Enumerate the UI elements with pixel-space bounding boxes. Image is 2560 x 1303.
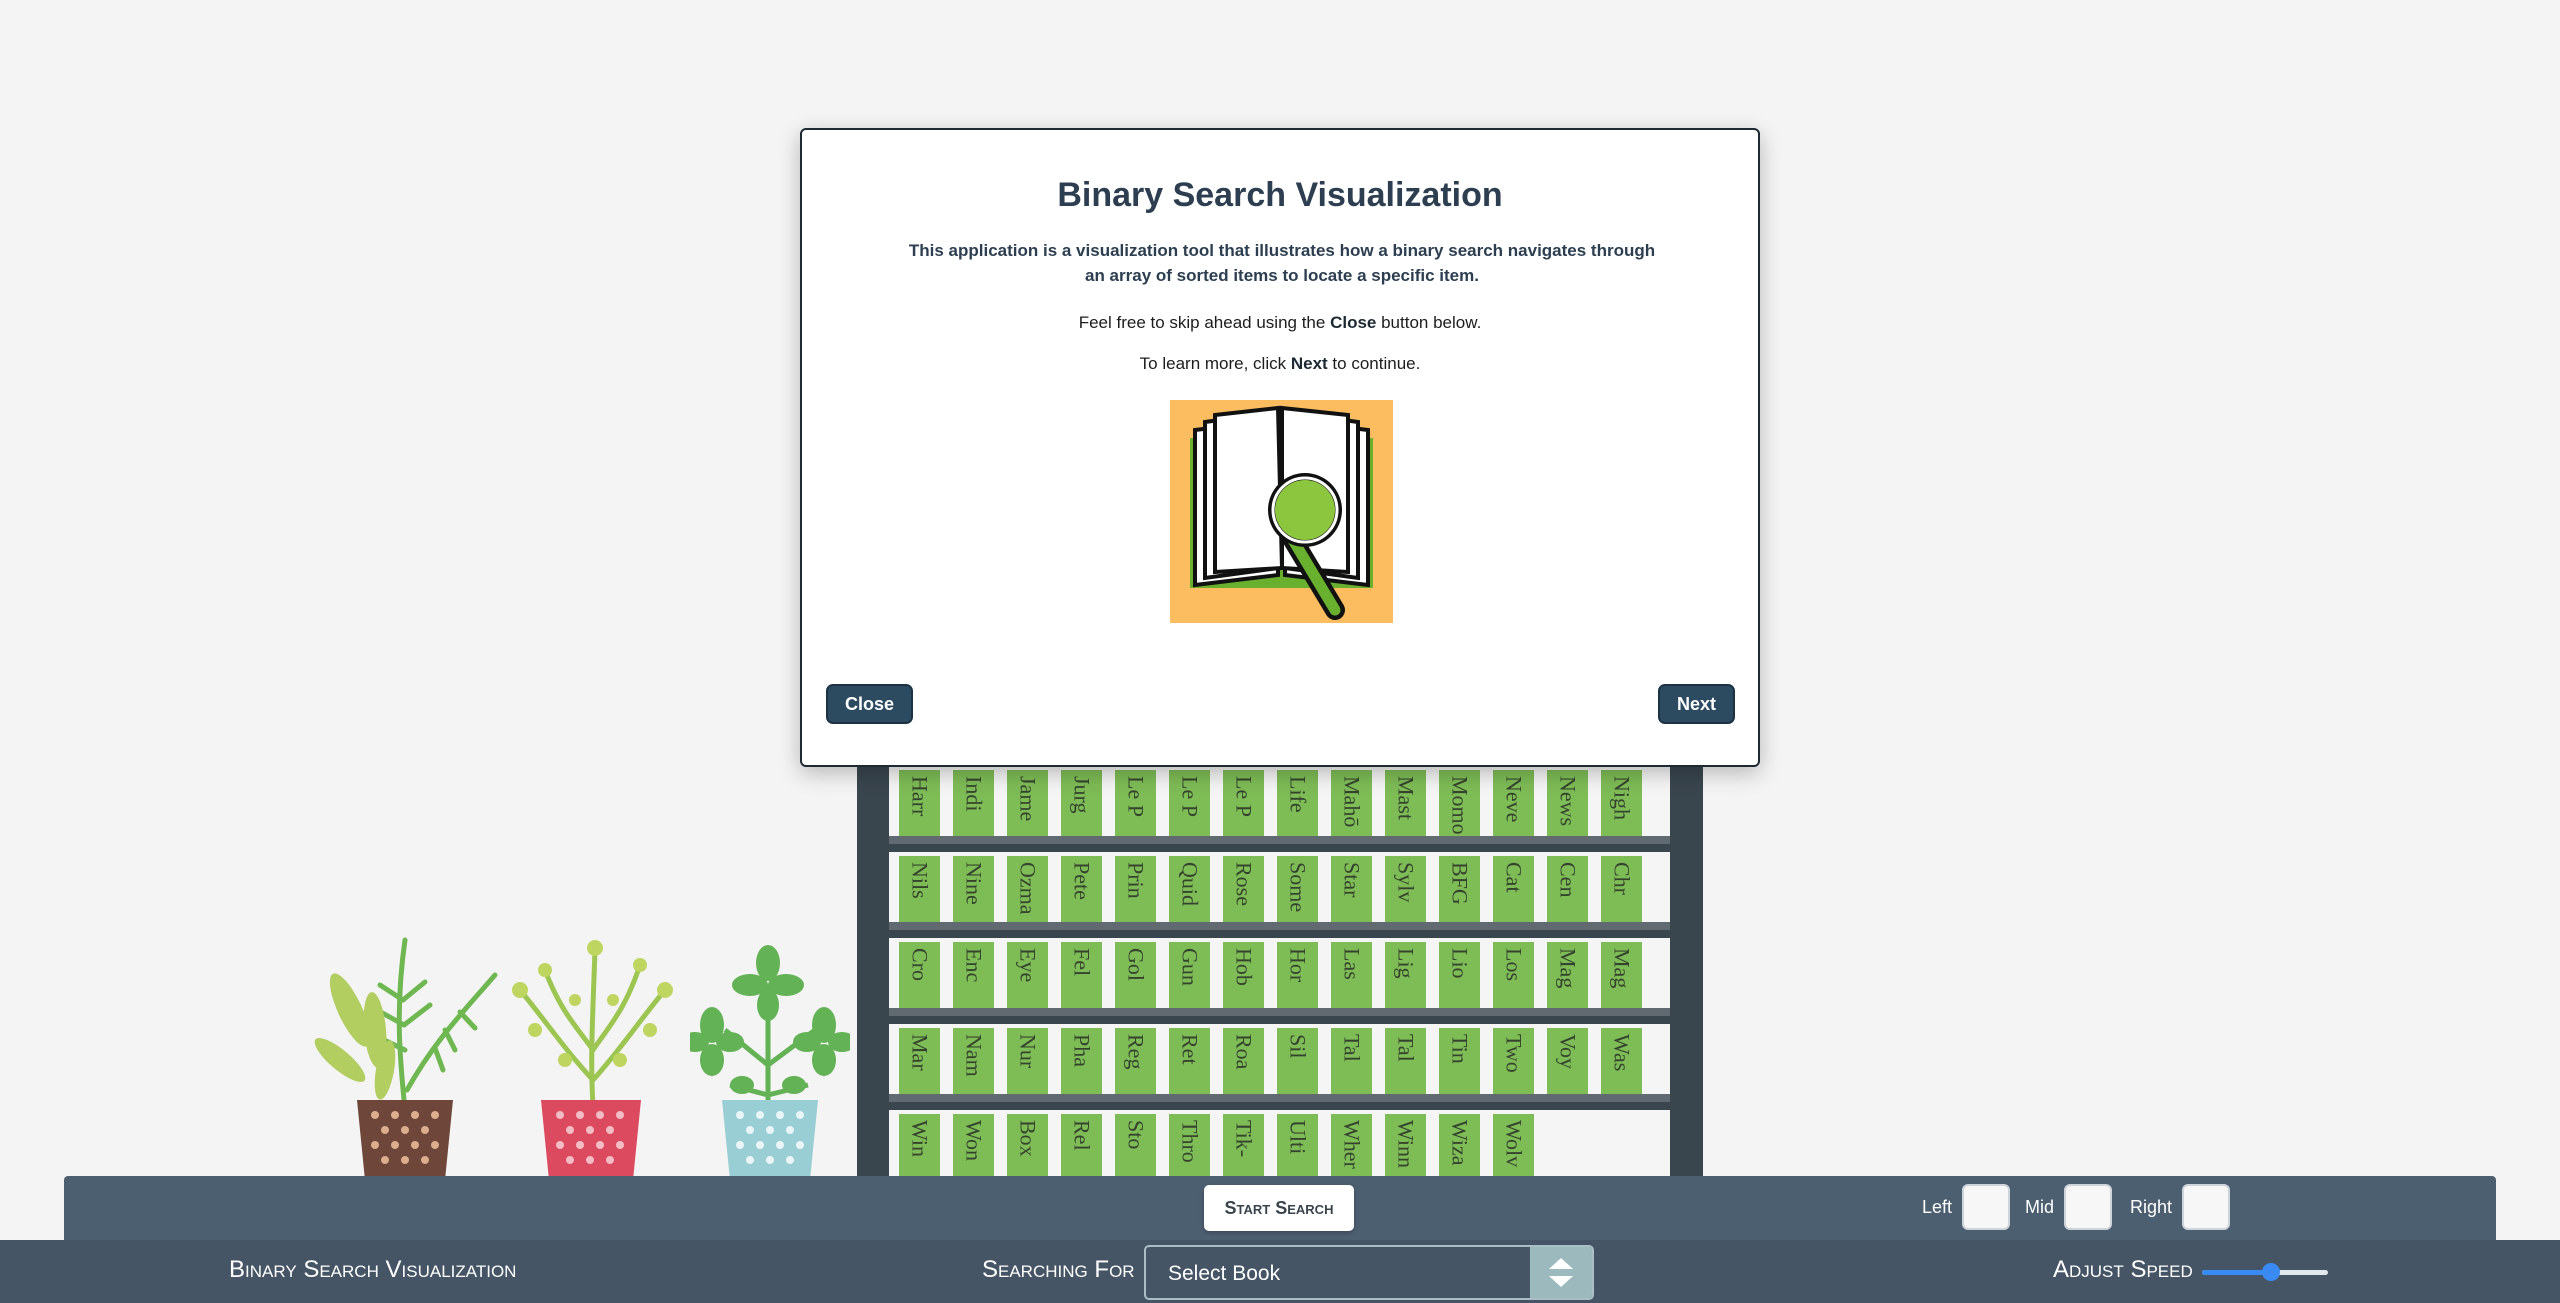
skip-text-pre: Feel free to skip ahead using the: [1078, 313, 1331, 332]
learn-text-pre: To learn more, click: [1139, 354, 1291, 373]
learn-text-bold: Next: [1290, 354, 1328, 373]
close-button[interactable]: Close: [826, 684, 914, 724]
learn-text-post: to continue.: [1327, 354, 1421, 373]
modal-title: Binary Search Visualization: [1057, 176, 1503, 214]
intro-modal: Binary Search Visualization This applica…: [800, 128, 1760, 767]
modal-learn-text: To learn more, click Next to continue.: [802, 354, 1758, 374]
skip-text-bold: Close: [1330, 313, 1377, 332]
skip-text-post: button below.: [1376, 313, 1482, 332]
modal-description: This application is a visualization tool…: [908, 241, 1656, 285]
modal-skip-text: Feel free to skip ahead using the Close …: [802, 313, 1758, 333]
next-button[interactable]: Next: [1657, 684, 1735, 724]
book-magnifier-icon: [1170, 400, 1393, 623]
